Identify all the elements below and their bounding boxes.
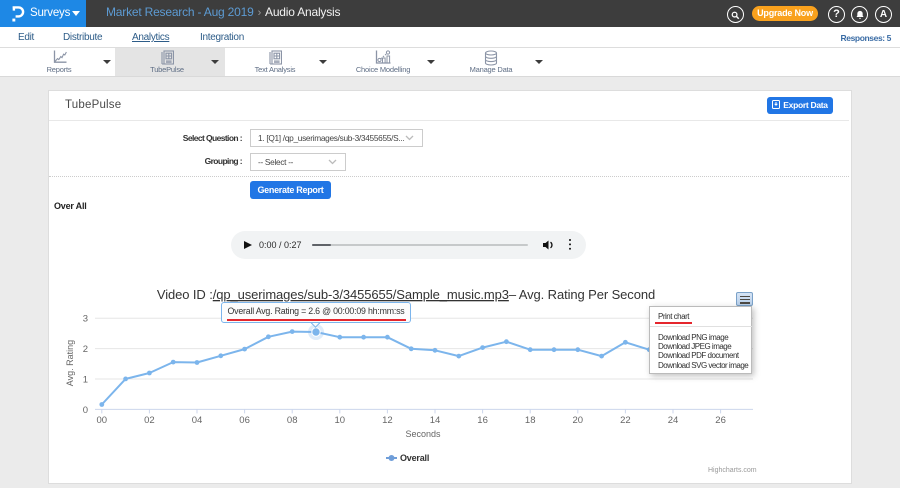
svg-text:16: 16 [477, 415, 488, 426]
svg-text:1: 1 [83, 374, 88, 385]
svg-text:26: 26 [715, 415, 726, 426]
svg-text:12: 12 [382, 415, 393, 426]
svg-text:02: 02 [144, 415, 155, 426]
svg-text:2: 2 [83, 344, 88, 355]
svg-text:22: 22 [620, 415, 631, 426]
svg-text:Seconds: Seconds [405, 429, 441, 439]
svg-text:Video ID :/qp_userimages/sub-3: Video ID :/qp_userimages/sub-3/3455655/S… [157, 287, 655, 302]
svg-text:14: 14 [430, 415, 441, 426]
svg-text:20: 20 [573, 415, 584, 426]
svg-text:18: 18 [525, 415, 536, 426]
svg-text:10: 10 [335, 415, 346, 426]
svg-text:24: 24 [668, 415, 679, 426]
svg-text:0: 0 [83, 405, 88, 416]
svg-text:Avg. Rating: Avg. Rating [65, 340, 75, 386]
svg-text:06: 06 [239, 415, 250, 426]
svg-text:04: 04 [192, 415, 203, 426]
svg-text:00: 00 [97, 415, 108, 426]
svg-text:3: 3 [83, 314, 88, 325]
svg-text:08: 08 [287, 415, 298, 426]
